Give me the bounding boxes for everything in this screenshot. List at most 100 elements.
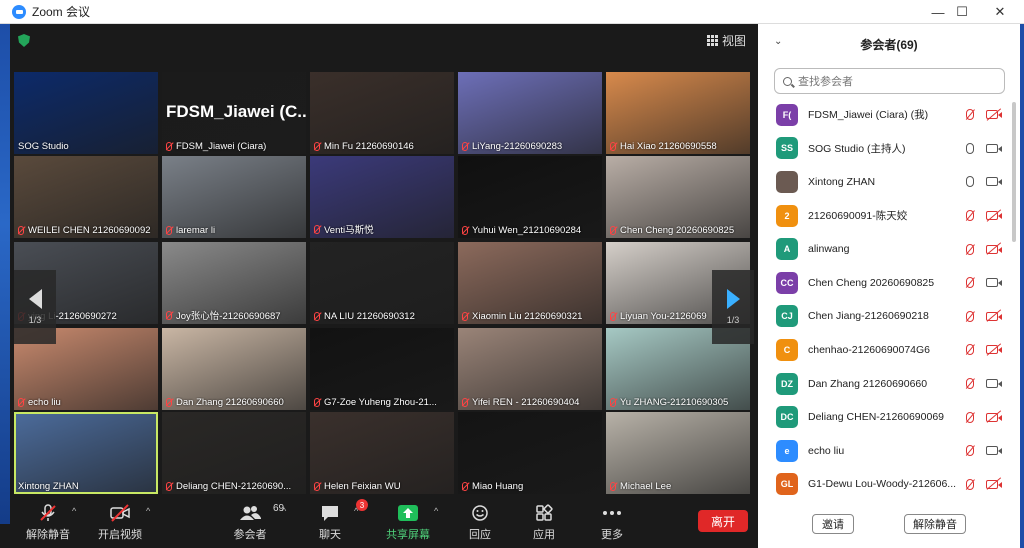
mic-muted-icon[interactable] bbox=[966, 310, 974, 322]
mic-icon[interactable] bbox=[966, 176, 974, 188]
mic-muted-icon[interactable] bbox=[966, 344, 974, 356]
video-off-icon[interactable] bbox=[986, 110, 1002, 120]
participant-name: Deliang CHEN-21260690069 bbox=[808, 411, 945, 424]
participant-row[interactable]: Cchenhao-21260690074G6 bbox=[758, 333, 1013, 367]
video-tile[interactable]: Min Fu 21260690146 bbox=[310, 72, 454, 154]
chevron-down-icon[interactable]: ⌄ bbox=[774, 36, 782, 47]
mic-muted-icon[interactable] bbox=[966, 243, 974, 255]
video-off-icon[interactable] bbox=[986, 345, 1002, 355]
avatar: SS bbox=[776, 137, 798, 160]
participant-row[interactable]: SS SOG Studio (主持人) bbox=[758, 132, 1013, 166]
arrow-left-icon bbox=[28, 289, 42, 309]
participant-row[interactable]: e echo liu bbox=[758, 434, 1013, 468]
mic-muted-icon[interactable] bbox=[966, 411, 974, 423]
video-off-icon[interactable] bbox=[986, 479, 1002, 489]
leave-button[interactable]: 离开 bbox=[698, 510, 748, 532]
maximize-button[interactable]: ☐ bbox=[942, 0, 982, 24]
apps-icon bbox=[534, 502, 554, 524]
security-shield-icon[interactable] bbox=[18, 34, 30, 47]
video-tile[interactable]: Miao Huang bbox=[458, 412, 602, 494]
video-icon[interactable] bbox=[986, 379, 1002, 389]
participant-row[interactable]: CC Chen Cheng 20260690825 bbox=[758, 266, 1013, 300]
close-button[interactable]: ✕ bbox=[980, 0, 1020, 24]
tile-name: SOG Studio bbox=[18, 141, 69, 152]
video-tile[interactable]: Yifei REN - 21260690404 bbox=[458, 328, 602, 410]
video-tile[interactable]: Joy张心怡-21260690687 bbox=[162, 242, 306, 324]
apps-button[interactable]: 应用 bbox=[514, 502, 574, 542]
mic-muted-icon[interactable] bbox=[966, 445, 974, 457]
video-tile[interactable]: FDSM_Jiawei (C... FDSM_Jiawei (Ciara) bbox=[162, 72, 306, 154]
video-tile[interactable]: LiYang-21260690283 bbox=[458, 72, 602, 154]
video-tile[interactable]: Xiaomin Liu 21260690321 bbox=[458, 242, 602, 324]
video-options-caret-icon[interactable]: ^ bbox=[146, 506, 150, 516]
participant-row[interactable]: F(FDSM_Jiawei (Ciara) (我) bbox=[758, 98, 1013, 132]
unmute-all-button[interactable]: 解除静音 bbox=[904, 514, 966, 534]
video-off-icon[interactable] bbox=[986, 211, 1002, 221]
video-icon[interactable] bbox=[986, 143, 1002, 153]
video-icon[interactable] bbox=[986, 446, 1002, 456]
prev-page-button[interactable]: 1/3 bbox=[14, 270, 56, 344]
video-tile[interactable]: Dan Zhang 21260690660 bbox=[162, 328, 306, 410]
participant-row[interactable]: CJ Chen Jiang-21260690218 bbox=[758, 300, 1013, 334]
chat-button[interactable]: 3 聊天 bbox=[300, 499, 368, 542]
video-tile[interactable]: Chen Cheng 20260690825 bbox=[606, 156, 750, 238]
mic-muted-icon[interactable] bbox=[966, 277, 974, 289]
participant-name: Chen Jiang-21260690218 bbox=[808, 310, 929, 323]
video-tile[interactable]: Helen Feixian WU bbox=[310, 412, 454, 494]
invite-button[interactable]: 邀请 bbox=[812, 514, 854, 534]
chat-caret-icon[interactable]: ^ bbox=[354, 506, 358, 516]
participant-row[interactable]: 2 21260690091-陈天姣 bbox=[758, 199, 1013, 233]
video-tile[interactable]: SOG Studio bbox=[14, 72, 158, 154]
participant-search-input[interactable]: 查找参会者 bbox=[774, 68, 1005, 94]
video-tile[interactable]: NA LIU 21260690312 bbox=[310, 242, 454, 324]
video-tile[interactable]: Yuhui Wen_21210690284 bbox=[458, 156, 602, 238]
participant-row[interactable]: Aalinwang bbox=[758, 232, 1013, 266]
video-off-icon[interactable] bbox=[986, 412, 1002, 422]
avatar: DC bbox=[776, 406, 798, 429]
video-tile[interactable]: Hai Xiao 21260690558 bbox=[606, 72, 750, 154]
participant-name: alinwang bbox=[808, 243, 850, 256]
mic-muted-icon[interactable] bbox=[966, 210, 974, 222]
participants-caret-icon[interactable]: ^ bbox=[282, 506, 286, 516]
video-tile[interactable]: Xintong ZHAN bbox=[14, 412, 158, 494]
mic-muted-icon[interactable] bbox=[966, 109, 974, 121]
audio-options-caret-icon[interactable]: ^ bbox=[72, 506, 76, 516]
participant-name: echo liu bbox=[808, 444, 845, 457]
mic-muted-icon[interactable] bbox=[966, 478, 974, 490]
participant-row[interactable]: Xintong ZHAN bbox=[758, 165, 1013, 199]
reactions-button[interactable]: 回应 bbox=[450, 502, 510, 542]
tile-label: Miao Huang bbox=[462, 481, 598, 492]
chat-label: 聊天 bbox=[319, 529, 341, 541]
participants-button[interactable]: 69 参会者 bbox=[220, 502, 285, 542]
participant-row[interactable]: DZ Dan Zhang 21260690660 bbox=[758, 367, 1013, 401]
participants-panel: ⌄ 参会者(69) 查找参会者 F(FDSM_Jiawei (Ciara) (我… bbox=[758, 24, 1020, 548]
video-tile[interactable]: Michael Lee bbox=[606, 412, 750, 494]
participant-row[interactable]: DC Deliang CHEN-21260690069 bbox=[758, 400, 1013, 434]
tile-name: Dan Zhang 21260690660 bbox=[176, 397, 284, 408]
unmute-button[interactable]: 解除静音 bbox=[18, 502, 78, 542]
video-tile[interactable]: Deliang CHEN-21260690... bbox=[162, 412, 306, 494]
share-screen-label: 共享屏幕 bbox=[386, 529, 430, 541]
participant-row[interactable]: GL G1-Dewu Lou-Woody-212606... bbox=[758, 468, 1013, 502]
mic-muted-icon[interactable] bbox=[966, 378, 974, 390]
participant-list-scrollbar[interactable] bbox=[1012, 102, 1016, 242]
participant-name: 21260690091-陈天姣 bbox=[808, 210, 908, 223]
mic-icon[interactable] bbox=[966, 142, 974, 154]
share-caret-icon[interactable]: ^ bbox=[434, 506, 438, 516]
video-off-icon[interactable] bbox=[986, 244, 1002, 254]
more-button[interactable]: 更多 bbox=[582, 502, 642, 542]
video-tile[interactable]: G7-Zoe Yuheng Zhou-21... bbox=[310, 328, 454, 410]
next-page-button[interactable]: 1/3 bbox=[712, 270, 754, 344]
avatar: C bbox=[776, 338, 798, 361]
video-off-icon[interactable] bbox=[986, 311, 1002, 321]
video-tile[interactable]: laremar li bbox=[162, 156, 306, 238]
video-tile[interactable]: WEILEI CHEN 21260690092 bbox=[14, 156, 158, 238]
share-screen-button[interactable]: 共享屏幕 bbox=[378, 502, 438, 542]
tile-label: LiYang-21260690283 bbox=[462, 141, 598, 152]
video-icon[interactable] bbox=[986, 278, 1002, 288]
view-button[interactable]: 视图 bbox=[706, 32, 746, 49]
search-icon bbox=[783, 76, 792, 86]
video-tile[interactable]: Venti马斯悦 bbox=[310, 156, 454, 238]
start-video-button[interactable]: 开启视频 bbox=[90, 502, 150, 542]
video-icon[interactable] bbox=[986, 177, 1002, 187]
